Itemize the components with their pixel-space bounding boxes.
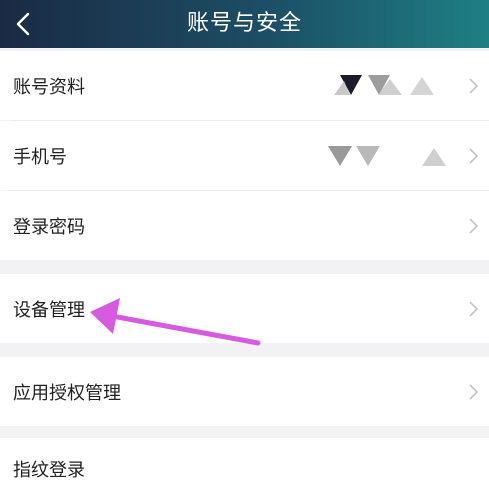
list-item-login-password[interactable]: 登录密码	[0, 191, 489, 260]
chevron-right-icon	[469, 300, 478, 317]
page-title: 账号与安全	[186, 11, 302, 36]
row-label: 账号资料	[13, 76, 85, 98]
list-item-account-profile[interactable]: 账号资料	[0, 51, 489, 120]
masked-value-image	[328, 146, 446, 166]
chevron-right-icon	[469, 383, 478, 400]
row-label: 设备管理	[13, 299, 85, 321]
masked-value-image	[334, 75, 434, 95]
chevron-right-icon	[469, 147, 478, 164]
list-item-app-authorization[interactable]: 应用授权管理	[0, 357, 489, 426]
row-label: 登录密码	[13, 216, 85, 238]
list-item-phone-number[interactable]: 手机号	[0, 121, 489, 190]
chevron-right-icon	[469, 77, 478, 94]
row-label: 手机号	[13, 146, 67, 168]
list-item-device-management[interactable]: 设备管理	[0, 274, 489, 343]
chevron-right-icon	[469, 217, 478, 234]
list-item-fingerprint-login[interactable]: 指纹登录	[0, 438, 489, 492]
nav-header: 账号与安全	[0, 0, 489, 48]
row-label: 应用授权管理	[13, 382, 121, 404]
row-label: 指纹登录	[13, 460, 85, 481]
